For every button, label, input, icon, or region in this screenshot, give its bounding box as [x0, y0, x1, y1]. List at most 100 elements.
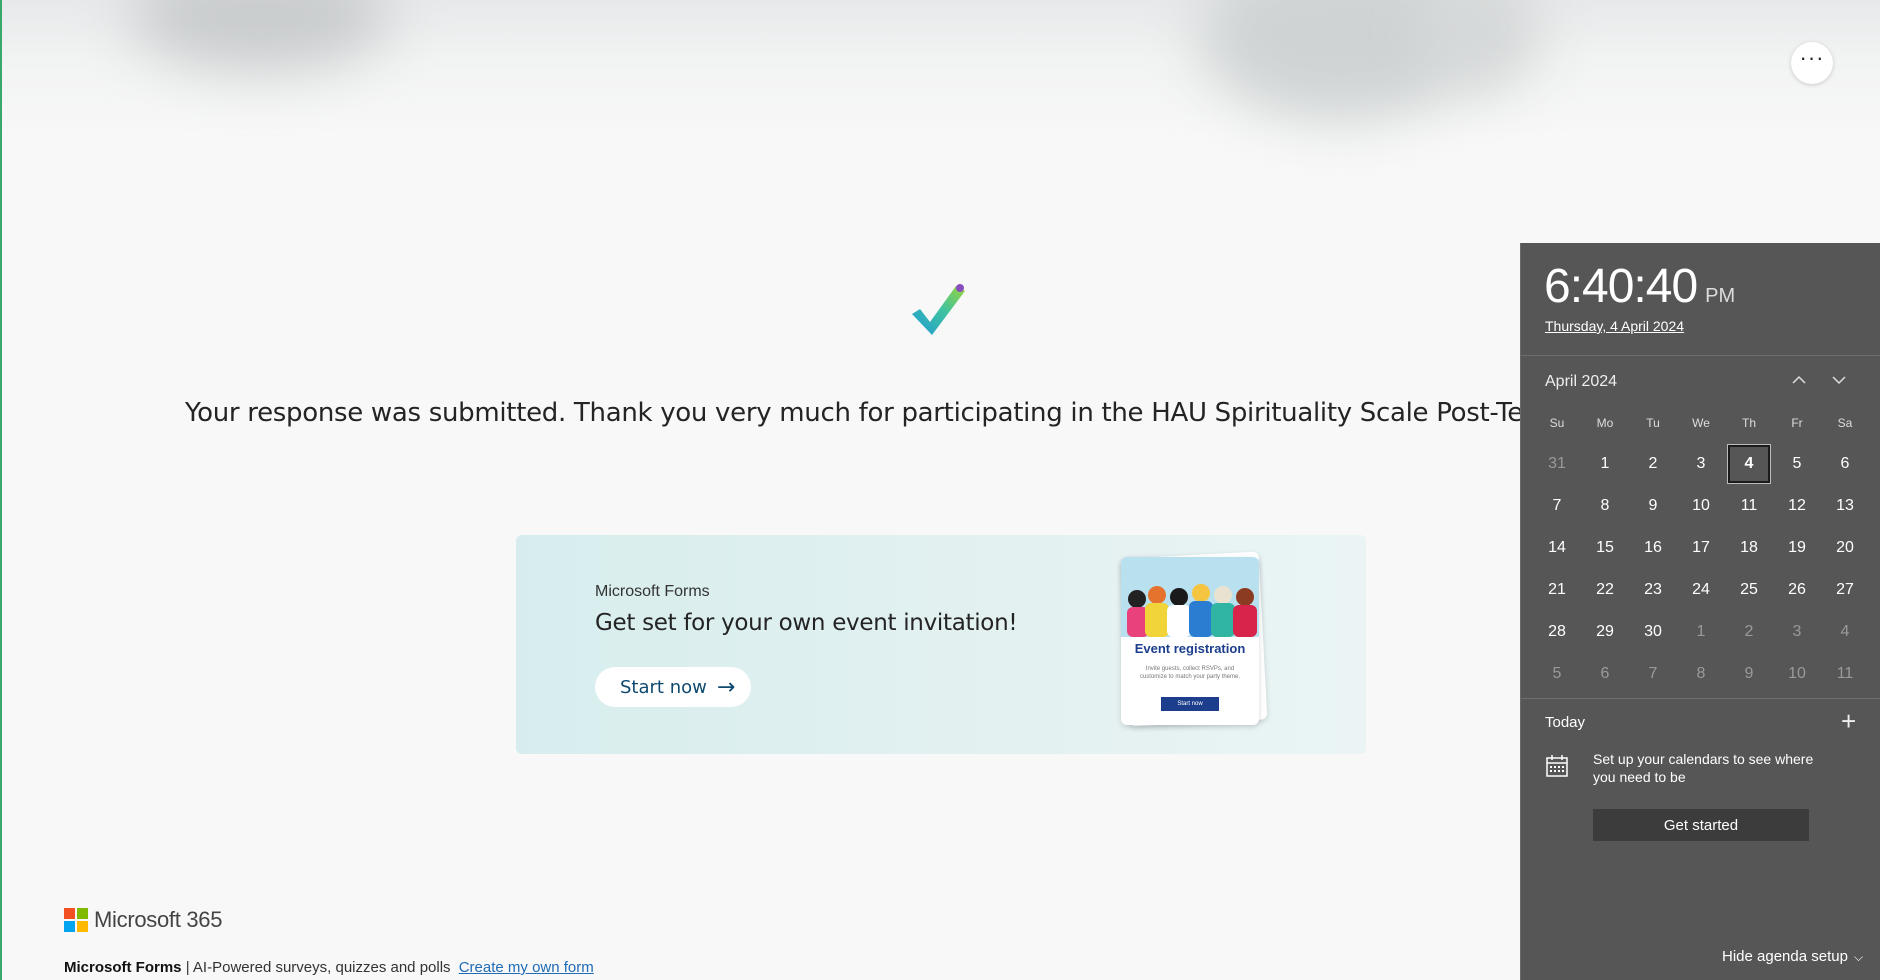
calendar-day-number: 9 — [1648, 497, 1658, 514]
calendar-day-number: 9 — [1744, 665, 1754, 682]
calendar-day[interactable]: 20 — [1821, 527, 1869, 569]
calendar-day[interactable]: 13 — [1821, 485, 1869, 527]
calendar-day-number: 17 — [1692, 539, 1710, 556]
calendar-day-number: 25 — [1740, 581, 1758, 598]
more-options-button[interactable]: ··· — [1791, 42, 1833, 84]
calendar-day[interactable]: 24 — [1677, 569, 1725, 611]
calendar-week: 28 29 30 1 2 3 4 — [1533, 611, 1869, 653]
window-edge — [0, 0, 2, 980]
calendar-day[interactable]: 5 — [1773, 443, 1821, 485]
brand-name: Microsoft 365 — [94, 907, 223, 932]
chevron-down-icon[interactable] — [1827, 371, 1851, 395]
calendar-day[interactable]: 5 — [1533, 653, 1581, 695]
promo-banner: Microsoft Forms Get set for your own eve… — [516, 535, 1366, 754]
promo-title: Get set for your own event invitation! — [595, 610, 1018, 636]
card-button: Start now — [1161, 697, 1219, 711]
logo-square — [64, 908, 75, 919]
weekday-label: Mo — [1596, 416, 1614, 430]
calendar-day[interactable]: 12 — [1773, 485, 1821, 527]
checkmark-icon — [912, 284, 965, 335]
calendar-day[interactable]: 27 — [1821, 569, 1869, 611]
weekday-label: Fr — [1791, 416, 1803, 430]
calendar-day[interactable]: 8 — [1581, 485, 1629, 527]
footer-tagline-text: | AI-Powered surveys, quizzes and polls — [185, 959, 451, 976]
create-form-link[interactable]: Create my own form — [459, 959, 594, 976]
microsoft-logo-icon — [64, 908, 88, 932]
calendar-day[interactable]: 18 — [1725, 527, 1773, 569]
calendar-day[interactable]: 6 — [1821, 443, 1869, 485]
calendar-day[interactable]: 10 — [1773, 653, 1821, 695]
calendar-weeks: 31 1 2 3 4 5 6 7 8 9 10 11 12 13 14 15 16 17 18 19 20 21 22 23 2… — [1533, 443, 1869, 695]
calendar-day-number: 4 — [1840, 623, 1850, 640]
footer-tagline: Microsoft Forms | AI-Powered surveys, qu… — [64, 959, 594, 976]
calendar-day[interactable]: 11 — [1725, 485, 1773, 527]
weekday-label: Sa — [1837, 416, 1853, 430]
calendar-day[interactable]: 23 — [1629, 569, 1677, 611]
calendar-day[interactable]: 3 — [1773, 611, 1821, 653]
calendar-day[interactable]: 9 — [1725, 653, 1773, 695]
full-date-link[interactable]: Thursday, 4 April 2024 — [1545, 318, 1684, 334]
calendar-day[interactable]: 10 — [1677, 485, 1725, 527]
calendar-day[interactable]: 31 — [1533, 443, 1581, 485]
calendar-day[interactable]: 11 — [1821, 653, 1869, 695]
calendar-day-number: 7 — [1648, 665, 1658, 682]
calendar-day-number: 12 — [1788, 497, 1806, 514]
calendar-day-number: 15 — [1596, 539, 1614, 556]
hide-agenda-button[interactable]: Hide agenda setup ⌵ — [1722, 948, 1863, 965]
calendar-day-number: 11 — [1836, 665, 1854, 682]
calendar-day[interactable]: 1 — [1581, 443, 1629, 485]
calendar-day[interactable]: 14 — [1533, 527, 1581, 569]
calendar-day[interactable]: 2 — [1629, 443, 1677, 485]
plus-icon[interactable]: + — [1841, 708, 1856, 734]
calendar-day-number: 2 — [1744, 623, 1754, 640]
chevron-down-icon: ⌵ — [1853, 950, 1864, 964]
calendar-day[interactable]: 22 — [1581, 569, 1629, 611]
today-label: Today — [1545, 714, 1586, 731]
calendar-day[interactable]: 19 — [1773, 527, 1821, 569]
calendar-day[interactable]: 17 — [1677, 527, 1725, 569]
calendar-day[interactable]: 26 — [1773, 569, 1821, 611]
calendar-day-number: 7 — [1552, 497, 1562, 514]
clock-time: 6:40:40 — [1544, 260, 1698, 313]
calendar-day[interactable]: 1 — [1677, 611, 1725, 653]
calendar-day[interactable]: 21 — [1533, 569, 1581, 611]
calendar-day-number: 6 — [1840, 455, 1850, 472]
calendar-day[interactable]: 25 — [1725, 569, 1773, 611]
calendar-day[interactable]: 28 — [1533, 611, 1581, 653]
calendar-day-number: 5 — [1552, 665, 1562, 682]
calendar-day[interactable]: 30 — [1629, 611, 1677, 653]
weekday-label: Su — [1549, 416, 1565, 430]
month-label[interactable]: April 2024 — [1545, 373, 1617, 391]
calendar-day[interactable]: 4 — [1821, 611, 1869, 653]
calendar-day[interactable]: 6 — [1581, 653, 1629, 695]
calendar-day[interactable]: 2 — [1725, 611, 1773, 653]
calendar-day-number: 31 — [1548, 455, 1566, 472]
weekday-header: Su Mo Tu We Th Fr Sa — [1533, 411, 1869, 443]
calendar-week: 31 1 2 3 4 5 6 — [1533, 443, 1869, 485]
calendar-day-number: 2 — [1648, 455, 1658, 472]
start-now-button[interactable]: Start now → — [595, 667, 751, 707]
calendar-day[interactable]: 16 — [1629, 527, 1677, 569]
calendar-day[interactable]: 7 — [1629, 653, 1677, 695]
calendar-day-number: 26 — [1788, 581, 1806, 598]
calendar-day-number: 27 — [1836, 581, 1854, 598]
weekday-label: Tu — [1646, 416, 1660, 430]
logo-square — [77, 921, 88, 932]
calendar-day[interactable]: 29 — [1581, 611, 1629, 653]
calendar-day[interactable]: 7 — [1533, 485, 1581, 527]
calendar-day-today[interactable]: 4 — [1725, 443, 1773, 485]
get-started-button[interactable]: Get started — [1593, 809, 1809, 841]
event-registration-card: Event registration Invite guests, collec… — [1121, 557, 1259, 725]
calendar-day[interactable]: 15 — [1581, 527, 1629, 569]
calendar-day-number: 1 — [1600, 455, 1610, 472]
calendar-day-number: 18 — [1740, 539, 1758, 556]
background-blur — [130, 0, 390, 70]
calendar-day[interactable]: 8 — [1677, 653, 1725, 695]
calendar-day[interactable]: 9 — [1629, 485, 1677, 527]
calendar-flyout: 6:40:40 PM Thursday, 4 April 2024 April 2… — [1520, 243, 1880, 980]
calendar-day-number: 20 — [1836, 539, 1854, 556]
calendar-day[interactable]: 3 — [1677, 443, 1725, 485]
chevron-up-icon[interactable] — [1787, 371, 1811, 395]
calendar-day-number: 1 — [1696, 623, 1706, 640]
calendar-day-number: 4 — [1727, 444, 1771, 484]
